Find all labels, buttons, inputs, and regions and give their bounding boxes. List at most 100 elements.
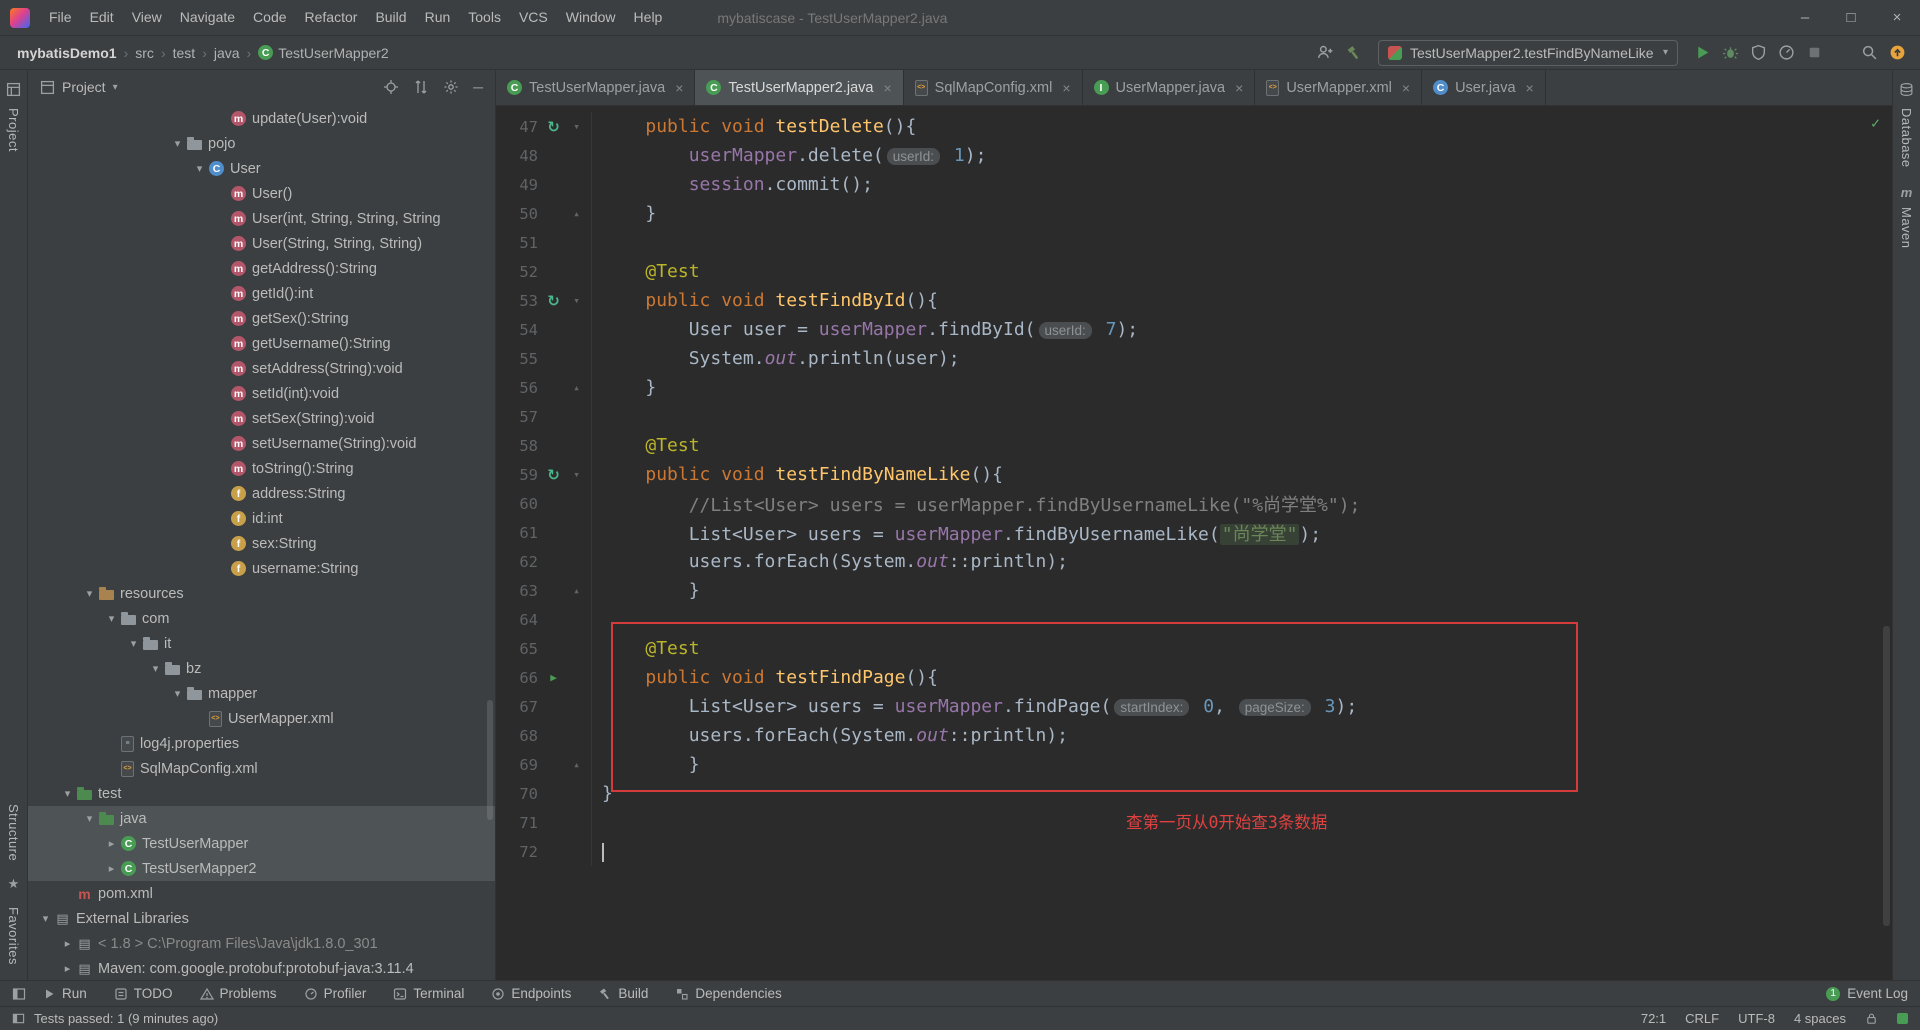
minimize-button[interactable]: – (1782, 0, 1828, 35)
tool-stripe-favorites[interactable]: Favorites (6, 907, 21, 965)
rerun-test-icon[interactable]: ↻ (547, 466, 560, 484)
chevron-down-icon[interactable]: ▾ (102, 612, 121, 625)
editor-tab[interactable]: I UserMapper.java × (1083, 70, 1256, 105)
code-line[interactable]: 56 ▴ } (496, 373, 1892, 402)
tool-stripe-structure[interactable]: Structure (6, 804, 21, 861)
users-icon[interactable] (1317, 44, 1334, 61)
tree-item[interactable]: m User() (28, 181, 495, 206)
tree-item[interactable]: m getAddress():String (28, 256, 495, 281)
breadcrumb-item[interactable]: java (211, 43, 243, 63)
tree-item[interactable]: m setId(int):void (28, 381, 495, 406)
chevron-down-icon[interactable]: ▾ (58, 787, 77, 800)
tree-item[interactable]: ▸ C TestUserMapper (28, 831, 495, 856)
menu-refactor[interactable]: Refactor (296, 0, 367, 35)
locate-icon[interactable] (383, 79, 399, 95)
tree-item[interactable]: m update(User):void (28, 106, 495, 131)
code-line[interactable]: 59 ↻ ▾ public void testFindByNameLike(){ (496, 460, 1892, 489)
tree-item[interactable]: ▾ com (28, 606, 495, 631)
breadcrumb-item[interactable]: src (132, 43, 157, 63)
tree-item[interactable]: ▾ C User (28, 156, 495, 181)
menu-vcs[interactable]: VCS (510, 0, 557, 35)
chevron-right-icon[interactable]: ▸ (102, 862, 121, 875)
rerun-test-icon[interactable]: ↻ (547, 292, 560, 310)
menu-help[interactable]: Help (625, 0, 672, 35)
build-project-icon[interactable] (1345, 44, 1362, 61)
tree-item[interactable]: m User(String, String, String) (28, 231, 495, 256)
run-config-select[interactable]: TestUserMapper2.testFindByNameLike ▾ (1378, 39, 1678, 66)
tree-item[interactable]: f id:int (28, 506, 495, 531)
breadcrumb-item[interactable]: test (170, 43, 199, 63)
code-line[interactable]: 68 users.forEach(System.out::println); (496, 721, 1892, 750)
code-line[interactable]: 53 ↻ ▾ public void testFindById(){ (496, 286, 1892, 315)
fold-up-icon[interactable]: ▴ (573, 584, 580, 597)
tree-item[interactable]: ▸ C TestUserMapper2 (28, 856, 495, 881)
toolwindow-switcher-icon[interactable] (12, 987, 26, 1001)
chevron-right-icon[interactable]: ▸ (58, 937, 77, 950)
menu-build[interactable]: Build (366, 0, 415, 35)
stop-button[interactable] (1806, 44, 1823, 61)
status-message[interactable]: Tests passed: 1 (9 minutes ago) (34, 1011, 218, 1026)
coverage-button[interactable] (1750, 44, 1767, 61)
chevron-down-icon[interactable]: ▾ (80, 587, 99, 600)
toolwindow-build[interactable]: Build (598, 986, 648, 1001)
run-test-icon[interactable]: ▶ (550, 671, 557, 684)
code-line[interactable]: 54 User user = userMapper.findById(userI… (496, 315, 1892, 344)
debug-button[interactable] (1722, 44, 1739, 61)
file-encoding[interactable]: UTF-8 (1738, 1011, 1775, 1026)
toolwindow-todo[interactable]: TODO (114, 986, 173, 1001)
chevron-down-icon[interactable]: ▾ (168, 687, 187, 700)
menu-run[interactable]: Run (416, 0, 460, 35)
code-line[interactable]: 72 (496, 837, 1892, 866)
menu-edit[interactable]: Edit (81, 0, 123, 35)
close-tab-icon[interactable]: × (883, 80, 891, 96)
chevron-down-icon[interactable]: ▾ (124, 637, 143, 650)
tree-item[interactable]: m toString():String (28, 456, 495, 481)
code-editor[interactable]: 47 ↻ ▾ public void testDelete(){48 userMap… (496, 106, 1892, 980)
tree-item[interactable]: ▾ bz (28, 656, 495, 681)
code-line[interactable]: 67 List<User> users = userMapper.findPag… (496, 692, 1892, 721)
memory-indicator[interactable] (1897, 1013, 1908, 1024)
indent-info[interactable]: 4 spaces (1794, 1011, 1846, 1026)
code-line[interactable]: 47 ↻ ▾ public void testDelete(){ (496, 112, 1892, 141)
close-tab-icon[interactable]: × (675, 80, 683, 96)
tree-item[interactable]: <> UserMapper.xml (28, 706, 495, 731)
tree-item[interactable]: m setSex(String):void (28, 406, 495, 431)
inspections-ok-icon[interactable]: ✓ (1871, 114, 1880, 132)
code-line[interactable]: 61 List<User> users = userMapper.findByU… (496, 518, 1892, 547)
settings-gear-icon[interactable] (443, 79, 459, 95)
project-panel-title[interactable]: Project ▾ (40, 79, 118, 95)
tree-item[interactable]: ≡ log4j.properties (28, 731, 495, 756)
close-tab-icon[interactable]: × (1235, 80, 1243, 96)
tree-item[interactable]: ▾ pojo (28, 131, 495, 156)
line-separator[interactable]: CRLF (1685, 1011, 1719, 1026)
tree-item[interactable]: ▾ it (28, 631, 495, 656)
fold-up-icon[interactable]: ▴ (573, 207, 580, 220)
tool-stripe-project[interactable]: Project (6, 108, 21, 152)
event-log-button[interactable]: 1 Event Log (1826, 986, 1908, 1001)
code-line[interactable]: 66 ▶ public void testFindPage(){ (496, 663, 1892, 692)
menu-navigate[interactable]: Navigate (171, 0, 244, 35)
close-tab-icon[interactable]: × (1062, 80, 1070, 96)
code-line[interactable]: 63 ▴ } (496, 576, 1892, 605)
code-line[interactable]: 57 (496, 402, 1892, 431)
tree-item[interactable]: m getUsername():String (28, 331, 495, 356)
code-line[interactable]: 70} (496, 779, 1892, 808)
tree-item[interactable]: <> SqlMapConfig.xml (28, 756, 495, 781)
tree-item[interactable]: ▸ ▤ Maven: com.google.protobuf:protobuf-ja… (28, 956, 495, 980)
code-line[interactable]: 60 //List<User> users = userMapper.findB… (496, 489, 1892, 518)
tree-item[interactable]: m getSex():String (28, 306, 495, 331)
code-line[interactable]: 69 ▴ } (496, 750, 1892, 779)
close-button[interactable]: × (1874, 0, 1920, 35)
tree-item[interactable]: f username:String (28, 556, 495, 581)
code-line[interactable]: 65 @Test (496, 634, 1892, 663)
search-icon[interactable] (1861, 44, 1878, 61)
tree-item[interactable]: ▾ java (28, 806, 495, 831)
menu-window[interactable]: Window (557, 0, 625, 35)
hide-panel-icon[interactable]: ─ (473, 79, 483, 95)
tree-item[interactable]: f address:String (28, 481, 495, 506)
code-line[interactable]: 55 System.out.println(user); (496, 344, 1892, 373)
editor-tab[interactable]: C TestUserMapper.java × (496, 70, 696, 105)
chevron-down-icon[interactable]: ▾ (36, 912, 55, 925)
code-line[interactable]: 49 session.commit(); (496, 170, 1892, 199)
rerun-test-icon[interactable]: ↻ (547, 118, 560, 136)
